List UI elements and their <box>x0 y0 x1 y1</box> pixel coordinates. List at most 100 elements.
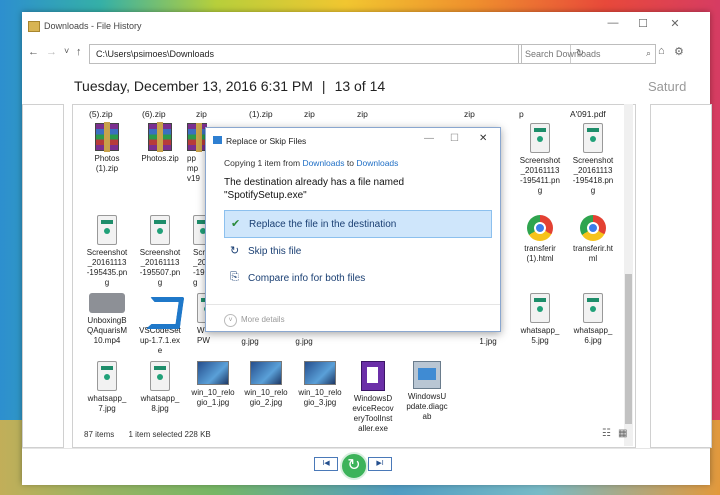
image-file-icon <box>530 293 550 323</box>
file-name: win_10_relo <box>191 388 235 397</box>
file-name-partial[interactable]: g.jpg <box>235 337 265 347</box>
image-file-icon <box>304 361 336 385</box>
more-details-toggle[interactable]: ˅ More details <box>224 314 285 327</box>
file-label[interactable]: (1).zip <box>249 109 273 119</box>
archive-icon <box>187 123 207 152</box>
search-input[interactable] <box>523 48 637 60</box>
file-name: Screenshot <box>519 156 561 165</box>
file-label[interactable]: p <box>519 109 524 119</box>
destination-folder-link[interactable]: Downloads <box>356 158 398 168</box>
file-name: Photos <box>94 154 120 163</box>
path-field[interactable]: C:\Users\psimoes\Downloads ↻ <box>89 44 584 64</box>
file-name: _20161113 <box>140 258 180 267</box>
file-item[interactable]: WindowsD eviceRecov eryToolInst aller.exe <box>347 361 399 434</box>
maximize-button[interactable]: ☐ <box>628 17 658 30</box>
file-name: transferir.ht <box>572 244 613 253</box>
source-folder-link[interactable]: Downloads <box>302 158 344 168</box>
back-arrow-icon[interactable]: ← <box>28 46 39 58</box>
file-item[interactable]: win_10_relo gio_2.jpg <box>240 361 292 408</box>
search-box[interactable]: ⌕ <box>518 44 656 64</box>
file-item[interactable]: Screenshot _20161113 -195418.pn g <box>567 123 619 196</box>
file-name: 5.jpg <box>531 336 549 345</box>
file-item[interactable]: UnboxingB QAquarisM 10.mp4 <box>81 293 133 346</box>
file-item[interactable]: whatsapp_ 6.jpg <box>567 293 619 346</box>
file-item[interactable]: win_10_relo gio_3.jpg <box>294 361 346 408</box>
file-item[interactable]: VSCodeSet up-1.7.1.ex e <box>134 293 186 356</box>
path-text: C:\Users\psimoes\Downloads <box>96 49 215 59</box>
up-arrow-icon[interactable]: ↑ <box>76 46 82 58</box>
file-name: pp <box>187 154 196 163</box>
file-item[interactable]: WindowsU pdate.diagc ab <box>401 361 453 422</box>
dialog-close-button[interactable]: ✕ <box>479 133 487 144</box>
file-name: e <box>157 346 163 355</box>
file-name-partial[interactable]: g.jpg <box>289 337 319 347</box>
compare-option[interactable]: ⎘ Compare info for both files <box>224 265 490 291</box>
file-name: aller.exe <box>358 424 388 433</box>
details-view-icon[interactable]: ☷ <box>602 428 611 439</box>
file-name: 8.jpg <box>151 404 169 413</box>
file-item[interactable]: whatsapp_ 7.jpg <box>81 361 133 414</box>
replace-option[interactable]: ✔ Replace the file in the destination <box>224 210 492 238</box>
tiles-view-icon[interactable]: ▦ <box>618 428 627 439</box>
restore-button[interactable]: ↻ <box>340 452 368 480</box>
previous-version-panel[interactable] <box>22 104 64 448</box>
file-label[interactable]: zip <box>357 109 368 119</box>
file-label[interactable]: (5).zip <box>89 109 113 119</box>
file-item[interactable]: Screenshot _20161113 -195507.pn g <box>134 215 186 288</box>
skip-option[interactable]: ↻ Skip this file <box>224 238 490 264</box>
file-name: g <box>590 186 596 195</box>
copy-status: Copying 1 item from Downloads to Downloa… <box>224 158 398 168</box>
file-label[interactable]: zip <box>464 109 475 119</box>
option-label: Skip this file <box>248 246 302 257</box>
file-name: QAquarisM <box>86 326 127 335</box>
copy-icon <box>213 136 222 144</box>
file-label[interactable]: (6).zip <box>142 109 166 119</box>
file-item[interactable]: pp mp v19 <box>187 123 207 184</box>
file-name-partial[interactable]: 1.jpg <box>473 337 503 347</box>
dialog-minimize-button[interactable]: — <box>424 133 434 144</box>
file-name: gio_3.jpg <box>303 398 337 407</box>
file-name: Photos.zip <box>141 154 179 163</box>
minimize-button[interactable]: — <box>598 17 628 29</box>
next-version-button[interactable]: ▶I <box>368 457 392 471</box>
header-separator: | <box>321 78 326 94</box>
close-button[interactable]: ✕ <box>660 17 690 30</box>
file-name: g <box>537 186 543 195</box>
copy-to-word: to <box>346 158 354 168</box>
image-file-icon <box>150 361 170 391</box>
gear-icon[interactable]: ⚙ <box>674 45 684 58</box>
scrollbar-thumb[interactable] <box>625 274 632 424</box>
file-item[interactable]: Screenshot _20161113 -195411.pn g <box>514 123 566 196</box>
file-name: 10.mp4 <box>93 336 121 345</box>
file-name: gio_1.jpg <box>196 398 230 407</box>
file-label[interactable]: A'091.pdf <box>570 109 606 119</box>
file-name: ab <box>422 412 432 421</box>
file-name: PW <box>197 336 210 345</box>
file-item[interactable]: Photos (1).zip <box>81 122 133 174</box>
recent-locations-chevron-icon[interactable]: ˅ <box>64 46 69 56</box>
file-name: 7.jpg <box>98 404 116 413</box>
home-icon[interactable]: ⌂ <box>658 45 665 57</box>
file-label[interactable]: zip <box>304 109 315 119</box>
file-name: up-1.7.1.ex <box>139 336 181 345</box>
file-label[interactable]: zip <box>196 109 207 119</box>
file-item[interactable]: transferir.ht ml <box>567 215 619 264</box>
file-item[interactable]: Photos.zip <box>134 122 186 164</box>
vertical-scrollbar[interactable] <box>624 104 633 446</box>
file-item[interactable]: whatsapp_ 8.jpg <box>134 361 186 414</box>
next-version-panel[interactable] <box>650 104 712 448</box>
file-item[interactable]: transferir (1).html <box>514 215 566 264</box>
file-item[interactable]: whatsapp_ 5.jpg <box>514 293 566 346</box>
file-item[interactable]: Screenshot _20161113 -195435.pn g <box>81 215 133 288</box>
previous-version-button[interactable]: I◀ <box>314 457 338 471</box>
replace-or-skip-dialog: Replace or Skip Files — ☐ ✕ Copying 1 it… <box>205 127 501 332</box>
checkmark-icon: ✔ <box>231 218 241 230</box>
chrome-html-icon <box>580 215 606 241</box>
dialog-maximize-button[interactable]: ☐ <box>450 133 459 144</box>
next-version-date[interactable]: Saturd <box>648 79 686 94</box>
file-name: _20161113 <box>87 258 127 267</box>
file-name: v19 <box>187 174 200 183</box>
file-item[interactable]: win_10_relo gio_1.jpg <box>187 361 239 408</box>
version-date: Tuesday, December 13, 2016 6:31 PM <box>74 78 313 94</box>
forward-arrow-icon[interactable]: → <box>46 46 57 58</box>
